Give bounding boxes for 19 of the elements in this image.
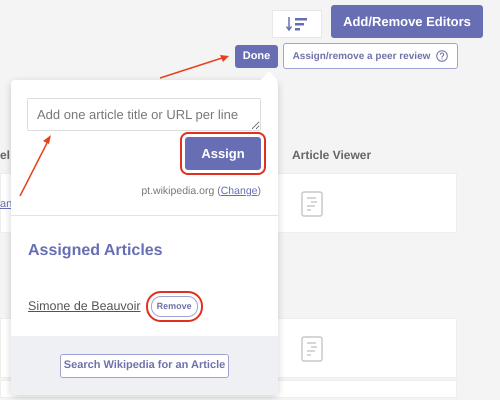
article-input-field[interactable]: Add one article title or URL per line	[27, 98, 261, 131]
search-wikipedia-button[interactable]: Search Wikipedia for an Article	[60, 354, 229, 378]
add-remove-editors-button[interactable]: Add/Remove Editors	[331, 5, 483, 38]
column-header: el	[0, 147, 10, 164]
document-icon[interactable]	[301, 191, 323, 217]
wiki-note: pt.wikipedia.org (Change)	[141, 184, 261, 199]
annotation-arrow	[160, 55, 229, 79]
peer-review-button[interactable]: Assign/remove a peer review	[283, 43, 458, 69]
article-title[interactable]: Simone de Beauvoir	[28, 297, 141, 316]
sort-button[interactable]	[272, 10, 322, 38]
column-header: Article Viewer	[292, 147, 372, 164]
sort-icon	[286, 16, 308, 32]
document-icon[interactable]	[301, 336, 323, 362]
change-link[interactable]: Change	[220, 185, 258, 197]
assign-button[interactable]: Assign	[185, 137, 261, 170]
assigned-articles-heading: Assigned Articles	[28, 240, 164, 260]
done-button[interactable]: Done	[235, 45, 278, 68]
annotation-arrow	[19, 135, 51, 196]
help-icon	[436, 50, 448, 62]
